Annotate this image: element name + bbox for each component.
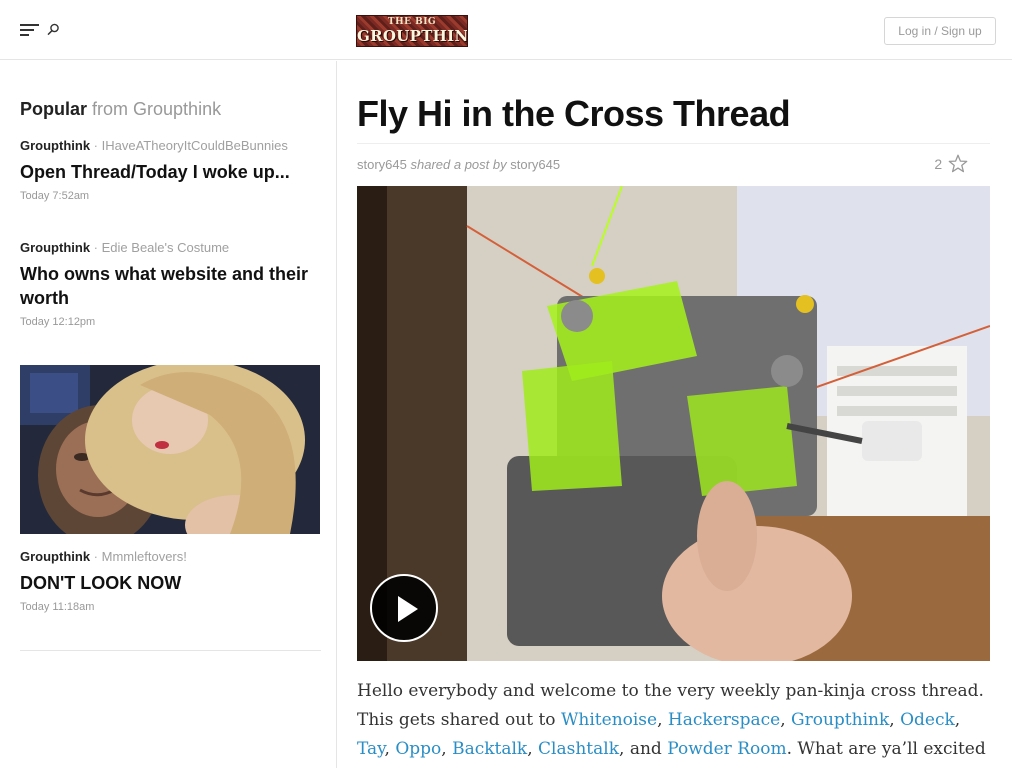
title-divider: [357, 143, 990, 144]
story-timestamp: Today 11:18am: [20, 601, 95, 613]
meta-separator: ·: [93, 240, 99, 255]
story-title-link[interactable]: Open Thread/Today I woke up...: [20, 160, 320, 184]
meta-separator: ·: [93, 549, 99, 564]
link-tay[interactable]: Tay: [357, 739, 385, 759]
popular-heading-source: from Groupthink: [92, 99, 222, 119]
comma: ,: [889, 710, 901, 730]
link-backtalk[interactable]: Backtalk: [452, 739, 527, 759]
link-clashtalk[interactable]: Clashtalk: [538, 739, 619, 759]
story-blog-link[interactable]: Groupthink: [20, 138, 90, 153]
comma: ,: [384, 739, 396, 759]
star-icon: [948, 154, 968, 173]
article-title[interactable]: Fly Hi in the Cross Thread: [357, 93, 791, 135]
story-meta: Groupthink · IHaveATheoryItCouldBeBunnie…: [20, 138, 320, 153]
article-byline: story645 shared a post by story645: [357, 157, 560, 172]
story-category-link[interactable]: Edie Beale's Costume: [102, 240, 230, 255]
play-icon: [398, 596, 418, 622]
original-author-link[interactable]: story645: [510, 157, 560, 172]
comma: ,: [954, 710, 961, 730]
comma: ,: [657, 710, 668, 730]
comma: ,: [441, 739, 453, 759]
byline-shared-text: shared a post by: [410, 157, 507, 172]
popular-sidebar: Popular from Groupthink Groupthink · IHa…: [0, 61, 337, 768]
sidebar-story: Groupthink · Edie Beale's Costume Who ow…: [20, 240, 320, 328]
top-bar: THE BIG GROUPTHINK Log in / Sign up: [0, 0, 1012, 60]
page-scrollbar[interactable]: [1012, 0, 1024, 768]
story-meta: Groupthink · Edie Beale's Costume: [20, 240, 320, 255]
story-category-link[interactable]: Mmmleftovers!: [102, 549, 187, 564]
login-signup-button[interactable]: Log in / Sign up: [884, 17, 996, 45]
video-player[interactable]: [357, 186, 990, 661]
story-timestamp: Today 12:12pm: [20, 316, 96, 328]
link-odeck[interactable]: Odeck: [900, 710, 955, 730]
link-groupthink[interactable]: Groupthink: [791, 710, 889, 730]
story-category-link[interactable]: IHaveATheoryItCouldBeBunnies: [102, 138, 288, 153]
story-blog-link[interactable]: Groupthink: [20, 240, 90, 255]
play-button[interactable]: [370, 574, 438, 642]
story-title-link[interactable]: DON'T LOOK NOW: [20, 571, 320, 595]
story-title-link[interactable]: Who owns what website and their worth: [20, 262, 320, 310]
article-body: Hello everybody and welcome to the very …: [357, 677, 990, 768]
sidebar-story: Groupthink · Mmmleftovers! DON'T LOOK NO…: [20, 549, 320, 613]
sharer-author-link[interactable]: story645: [357, 157, 407, 172]
link-oppo[interactable]: Oppo: [395, 739, 441, 759]
link-hackerspace[interactable]: Hackerspace: [668, 710, 780, 730]
popular-heading-bold: Popular: [20, 99, 88, 119]
sidebar-divider: [20, 650, 321, 651]
link-whitenoise[interactable]: Whitenoise: [561, 710, 657, 730]
search-icon[interactable]: [45, 22, 61, 38]
popular-heading: Popular from Groupthink: [20, 99, 221, 120]
star-count: 2: [934, 156, 943, 172]
menu-icon[interactable]: [20, 22, 40, 38]
meta-separator: ·: [93, 138, 99, 153]
video-frame-image: [357, 186, 990, 661]
and-text: , and: [619, 739, 668, 759]
link-powder-room[interactable]: Powder Room: [667, 739, 786, 759]
comma: ,: [780, 710, 792, 730]
logo-line2: GROUPTHINK: [357, 27, 468, 45]
site-logo[interactable]: THE BIG GROUPTHINK: [356, 15, 468, 47]
story-meta: Groupthink · Mmmleftovers!: [20, 549, 320, 564]
comma: ,: [527, 739, 539, 759]
story-thumbnail-image[interactable]: [20, 365, 320, 534]
story-timestamp: Today 7:52am: [20, 190, 90, 202]
story-blog-link[interactable]: Groupthink: [20, 549, 90, 564]
logo-line1: THE BIG: [387, 17, 437, 27]
sidebar-story: Groupthink · IHaveATheoryItCouldBeBunnie…: [20, 138, 320, 202]
recommend-button[interactable]: 2: [934, 154, 968, 173]
